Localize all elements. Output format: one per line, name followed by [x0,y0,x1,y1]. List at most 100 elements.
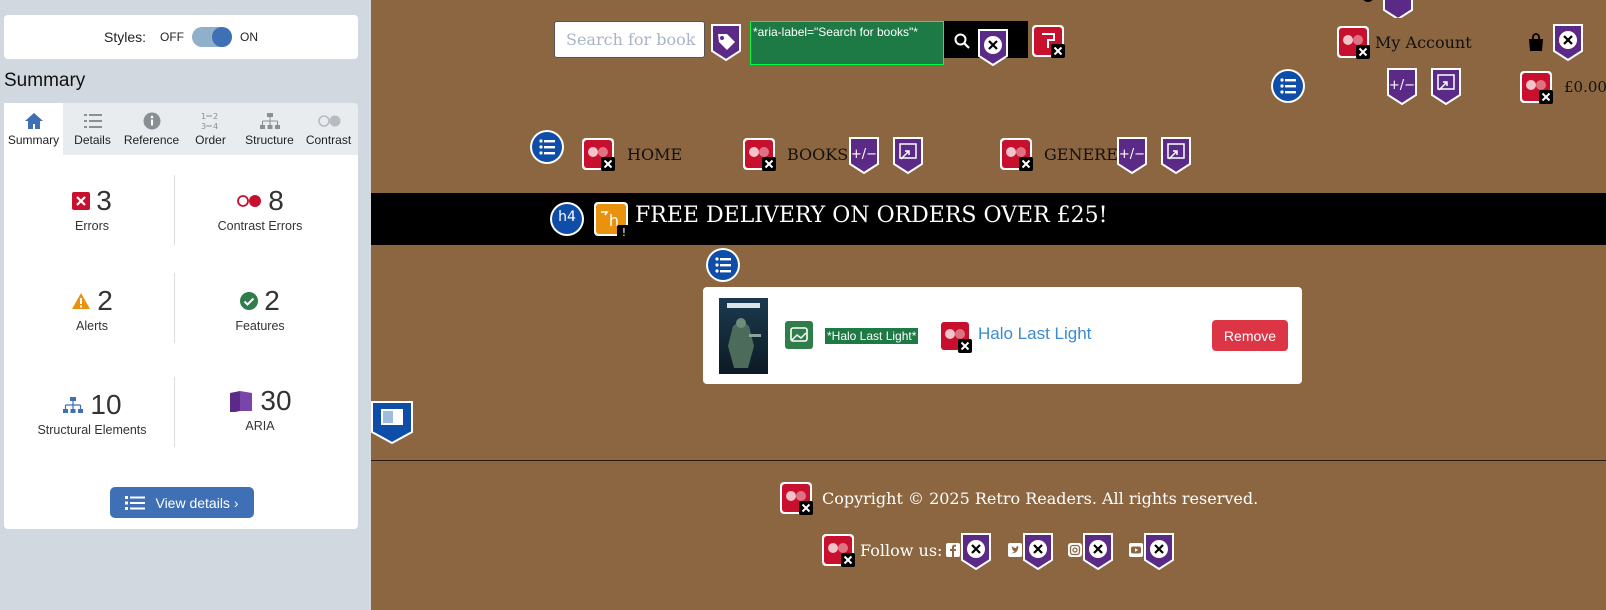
youtube-icon[interactable] [1129,543,1143,557]
aria-expanded-icon[interactable] [891,136,925,174]
stat-features[interactable]: 2 Features [174,285,346,333]
stat-alerts[interactable]: 2 Alerts [12,285,172,333]
nav-books-link[interactable]: BOOKS [787,145,848,164]
aria-x-icon[interactable] [1142,532,1176,570]
panel-tabs: Summary Details Reference 1234 Order Str… [4,103,358,155]
view-details-label: View details › [155,494,239,511]
svg-text:2: 2 [213,112,218,121]
aria-x-icon[interactable] [976,28,1010,66]
instagram-icon[interactable] [1068,543,1082,557]
structural-label: Structural Elements [37,423,147,437]
aria-expand-collapse-icon[interactable] [1385,67,1419,105]
tab-contrast[interactable]: Contrast [299,103,358,155]
tab-details[interactable]: Details [63,103,122,155]
stat-aria[interactable]: 30 ARIA [174,385,346,433]
tab-order[interactable]: 1234 Order [181,103,240,155]
account-overflow-icons[interactable] [1361,0,1421,18]
nav-home-link[interactable]: HOME [627,145,682,164]
delivery-text: FREE DELIVERY ON ORDERS OVER £25! [635,203,1108,228]
list-structure-icon[interactable] [705,247,741,283]
footer-divider [371,460,1606,461]
check-circle-icon [240,292,259,310]
tab-label: Reference [123,132,180,147]
alert-icon [72,293,91,309]
home-icon [24,112,43,129]
accessibility-panel: Styles: OFF ON Summary Summary Details R… [0,0,371,610]
styles-toggle-card: Styles: OFF ON [4,15,358,59]
stat-contrast-errors[interactable]: 8 Contrast Errors [174,185,346,233]
toggle-knob[interactable] [212,27,232,47]
toggle-on-label: ON [240,30,258,44]
facebook-icon[interactable] [946,543,960,557]
tab-label: Contrast [305,132,352,147]
list-structure-icon[interactable] [529,129,565,165]
stat-structural[interactable]: 10 Structural Elements [12,389,172,437]
footer-error-icon[interactable] [821,533,855,567]
list-icon [125,495,146,510]
account-error-icon[interactable] [1336,25,1370,59]
summary-stats: 3 Errors 8 Contrast Errors 2 Alerts 2 Fe… [4,155,358,529]
follow-us-label: Follow us: [860,541,943,560]
website-preview: Search for book *aria-label="Search for … [371,0,1606,610]
alerts-label: Alerts [76,319,108,333]
stat-errors[interactable]: 3 Errors [12,185,172,233]
nav-genere-link[interactable]: GENERE [1044,145,1118,164]
aria-expanded-icon[interactable] [1429,67,1463,105]
alt-text-feature-icon[interactable] [782,318,816,352]
aria-label-annotation: *aria-label="Search for books"* [750,21,944,65]
aria-x-icon[interactable] [1551,23,1585,61]
tab-label: Summary [7,132,60,147]
footer-error-icon[interactable] [779,481,813,515]
search-icon[interactable] [954,33,970,49]
landmark-icon[interactable] [371,400,413,444]
styles-toggle[interactable] [192,27,232,47]
heading-alert-icon[interactable]: h ! [593,201,631,239]
tab-label: Structure [245,132,294,147]
form-error-icon[interactable] [1031,24,1065,58]
my-account-link[interactable]: My Account [1375,33,1472,52]
aria-expand-collapse-icon[interactable] [847,136,881,174]
aria-tag-icon[interactable] [709,23,743,61]
svg-text:!: ! [622,226,626,239]
book-title-link[interactable]: Halo Last Light [978,324,1091,344]
features-count: 2 [264,285,280,316]
order-icon: 1 23 4 [201,112,218,130]
error-icon [72,192,91,210]
delivery-banner: h4 h ! FREE DELIVERY ON ORDERS OVER £25! [371,193,1606,245]
aria-label: ARIA [245,419,275,433]
nav-error-icon[interactable] [581,137,615,171]
cart-total[interactable]: £0.00 [1564,78,1606,96]
tab-reference[interactable]: Reference [122,103,181,155]
book-cover-image[interactable] [719,298,768,374]
tab-summary[interactable]: Summary [4,103,63,155]
aria-count: 30 [260,385,292,416]
view-details-button[interactable]: View details › [110,487,254,518]
shopping-bag-icon[interactable] [1526,32,1546,52]
search-input[interactable]: Search for book [554,21,705,58]
aria-expanded-icon[interactable] [1159,136,1193,174]
structure-icon [63,397,84,413]
tab-label: Details [74,132,111,147]
link-error-icon[interactable] [938,319,972,353]
svg-text:1: 1 [201,112,206,121]
remove-button[interactable]: Remove [1212,320,1288,351]
contrast-icon [317,114,340,127]
contrast-errors-count: 8 [268,185,284,216]
nav-error-icon[interactable] [999,137,1033,171]
aria-expand-collapse-icon[interactable] [1115,136,1149,174]
svg-text:4: 4 [213,122,218,130]
nav-error-icon[interactable] [742,137,776,171]
cart-error-icon[interactable] [1519,70,1553,104]
list-icon [83,113,102,128]
aria-x-icon[interactable] [959,532,993,570]
aria-x-icon[interactable] [1081,532,1115,570]
structural-count: 10 [90,389,122,420]
twitter-icon[interactable] [1008,543,1022,557]
styles-label: Styles: [103,29,146,45]
list-structure-icon[interactable] [1270,68,1306,104]
contrast-errors-label: Contrast Errors [217,219,303,233]
structure-icon [259,112,280,129]
tab-label: Order [195,132,226,147]
aria-x-icon[interactable] [1021,532,1055,570]
tab-structure[interactable]: Structure [240,103,299,155]
